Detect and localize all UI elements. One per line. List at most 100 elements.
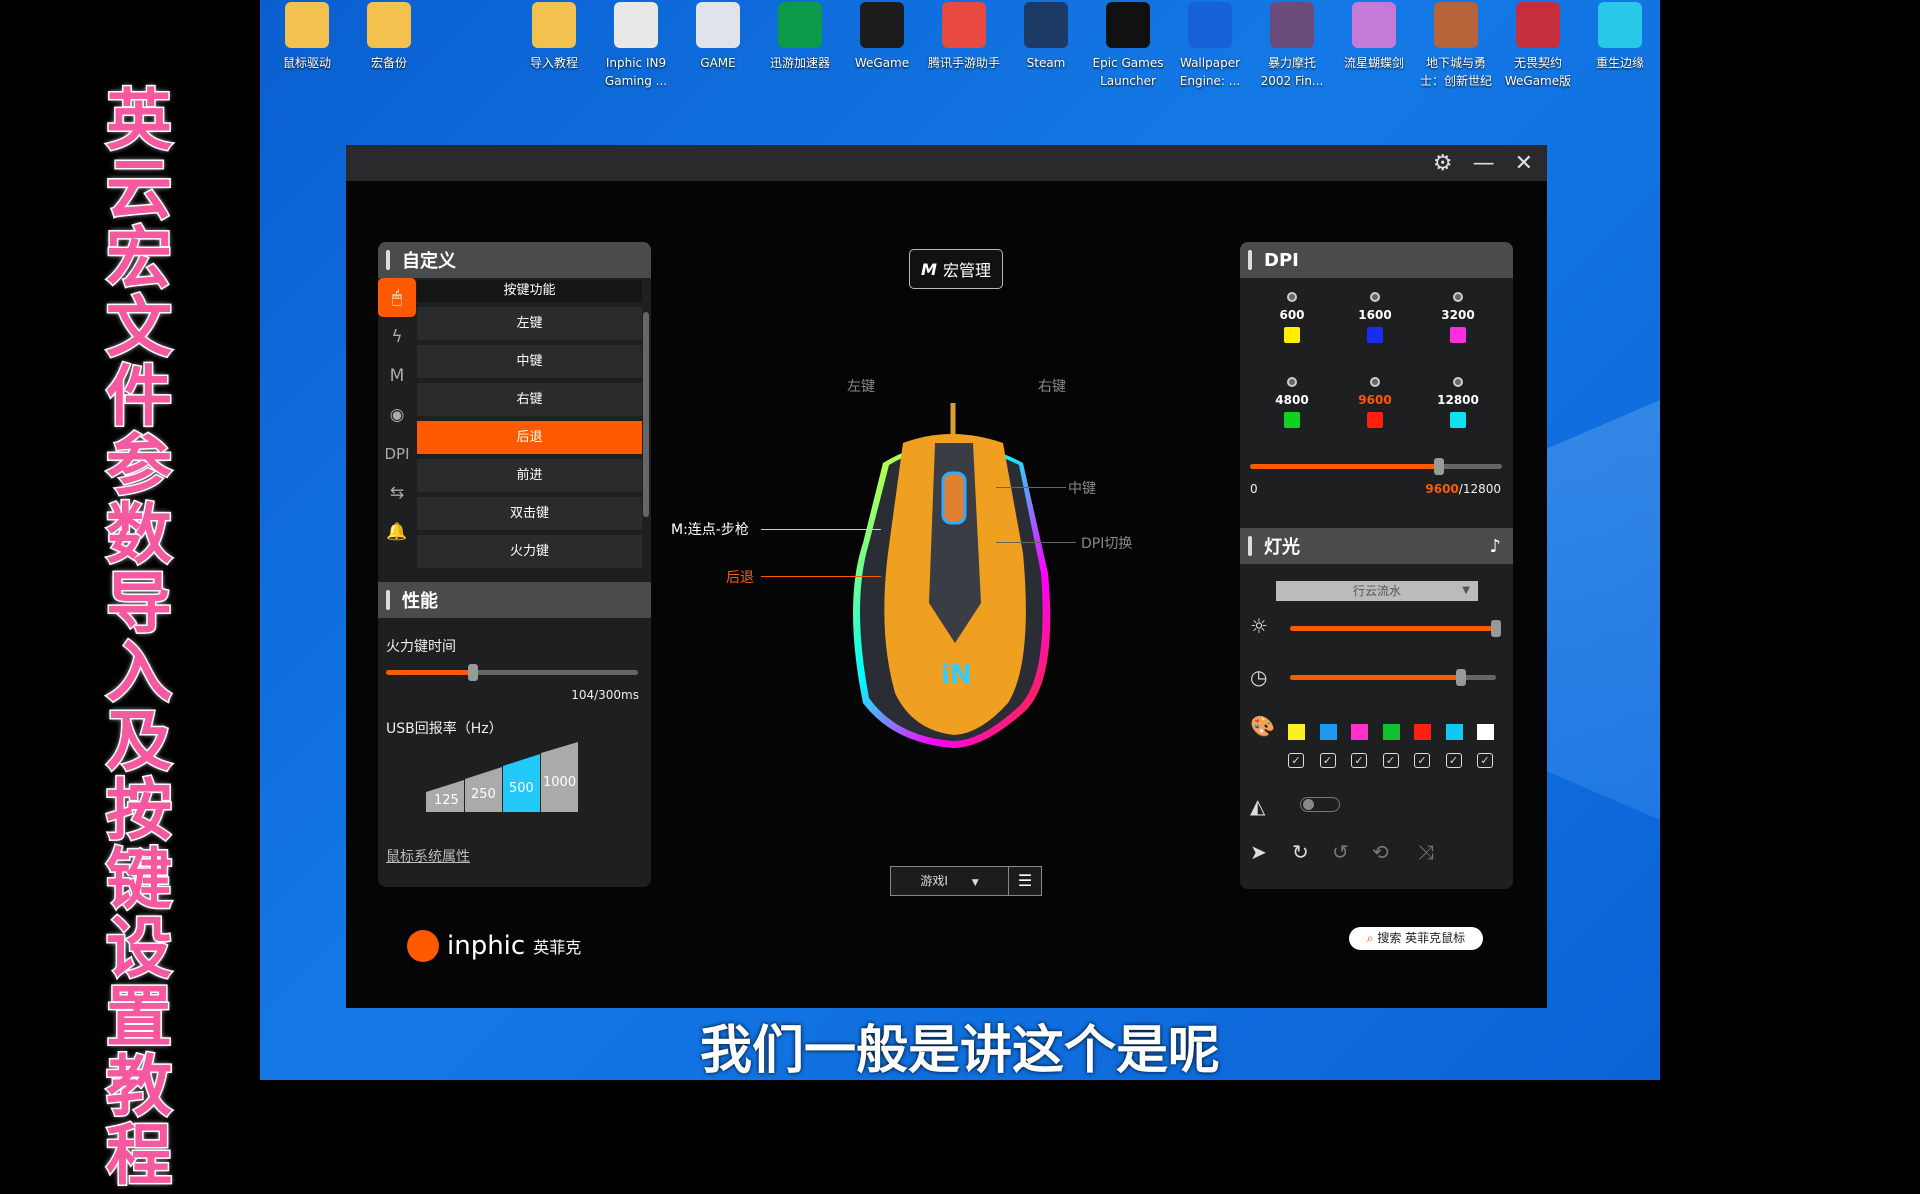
shuffle-icon[interactable]: ⤨ [1418, 840, 1434, 864]
light-color-swatch[interactable] [1445, 724, 1463, 740]
rotate-counterclockwise-icon[interactable]: ↺ [1332, 840, 1349, 864]
desktop-icon-label: 宏备份 [370, 56, 407, 70]
desktop-icon-label: WeGame [854, 56, 910, 70]
radio-icon[interactable] [1370, 292, 1380, 302]
light-color-swatch[interactable] [1351, 724, 1368, 740]
repeat-icon[interactable]: ⟲ [1372, 840, 1389, 864]
macro-manager-button[interactable]: M 宏管理 [909, 249, 1003, 289]
gear-icon[interactable]: ⚙ [1433, 151, 1453, 176]
light-toggle[interactable] [1300, 797, 1340, 812]
key-item[interactable]: 右键 [417, 383, 642, 416]
key-item[interactable]: 双击键 [417, 497, 642, 530]
key-item[interactable]: 左键 [417, 307, 642, 340]
radio-icon[interactable] [1453, 377, 1463, 387]
dpi-level[interactable]: 9600 [1345, 377, 1405, 428]
mouse-properties-link[interactable]: 鼠标系统属性 [386, 846, 470, 866]
dpi-level[interactable]: 4800 [1262, 377, 1322, 428]
usb-rate-selector[interactable]: 125 250 500 1000 [426, 742, 586, 812]
desktop-icon[interactable]: 腾讯手游助手 [923, 2, 1005, 72]
dpi-level-value: 3200 [1441, 308, 1475, 322]
app-icon [778, 2, 822, 48]
lightning-icon[interactable]: ϟ [378, 317, 416, 356]
radio-icon[interactable] [1287, 377, 1297, 387]
color-checkbox[interactable]: ✓ [1319, 753, 1336, 768]
bell-icon[interactable]: 🔔 [378, 512, 416, 551]
color-checkbox[interactable]: ✓ [1288, 753, 1304, 768]
dpi-color-swatch[interactable] [1367, 327, 1383, 343]
scrollbar[interactable] [643, 312, 649, 517]
macro-m-icon[interactable]: M [378, 356, 416, 395]
key-item[interactable]: 火力键 [417, 535, 642, 568]
key-item[interactable]: 后退 [417, 421, 642, 454]
desktop-icon[interactable]: Inphic IN9 Gaming ... [595, 2, 677, 90]
light-color-swatch[interactable] [1382, 724, 1400, 740]
dpi-level[interactable]: 3200 [1428, 292, 1488, 343]
color-checkbox[interactable]: ✓ [1414, 753, 1430, 768]
light-color-swatch[interactable] [1414, 724, 1431, 740]
light-mode-dropdown[interactable]: 行云流水 ▼ [1275, 580, 1479, 602]
logo-mark [407, 930, 439, 962]
desktop-icon-label: 腾讯手游助手 [927, 56, 1000, 70]
light-color-swatch[interactable] [1288, 724, 1305, 740]
fire-time-slider[interactable] [386, 664, 638, 681]
dpi-level[interactable]: 1600 [1345, 292, 1405, 343]
desktop-icon[interactable]: 流星蝴蝶剑 [1333, 2, 1415, 72]
minimize-icon[interactable]: — [1473, 151, 1495, 176]
desktop-icon[interactable]: 导入教程 [513, 2, 595, 72]
dpi-level[interactable]: 12800 [1428, 377, 1488, 428]
color-checkbox[interactable]: ✓ [1445, 753, 1462, 768]
color-checkbox[interactable]: ✓ [1351, 753, 1367, 768]
radio-icon[interactable] [1287, 292, 1297, 302]
profile-dropdown[interactable]: 游戏I ▼ [891, 867, 1008, 895]
desktop-icon-label: 导入教程 [529, 56, 578, 70]
radio-icon[interactable] [1453, 292, 1463, 302]
mouse-driver-window: ⚙ — ✕ 自定义 🖱 ϟ M ◉ DPI ⇆ 🔔 按键功能 左键 中键 右键 后退前… [346, 145, 1547, 1008]
speed-slider[interactable] [1290, 669, 1496, 686]
desktop-icon[interactable]: GAME [677, 2, 759, 72]
dpi-tab[interactable]: DPI [378, 434, 416, 473]
desktop-icon[interactable]: Wallpaper Engine: ... [1169, 2, 1251, 90]
navigate-icon[interactable]: ➤ [1250, 840, 1267, 864]
desktop-icon[interactable]: 迅游加速器 [759, 2, 841, 72]
desktop-icon[interactable]: 暴力摩托 2002 Fin... [1251, 2, 1333, 90]
radio-icon[interactable] [1370, 377, 1380, 387]
search-badge[interactable]: ⌕ 搜索 英菲克鼠标 [1349, 927, 1483, 950]
desktop-icon[interactable]: 无畏契约 WeGame版 [1497, 2, 1579, 90]
color-checkbox[interactable]: ✓ [1382, 753, 1399, 768]
rotate-clockwise-icon[interactable]: ↻ [1292, 840, 1309, 864]
macro-label: 宏管理 [942, 261, 991, 280]
desktop-icon[interactable]: 鼠标驱动 [266, 2, 348, 72]
desktop-icon[interactable]: Epic Games Launcher [1087, 2, 1169, 90]
desktop-icon-label: Inphic IN9 Gaming ... [604, 56, 668, 88]
light-color-swatch[interactable] [1319, 724, 1337, 740]
dpi-color-swatch[interactable] [1284, 412, 1300, 428]
dpi-level[interactable]: 600 [1262, 292, 1322, 343]
record-icon[interactable]: ◉ [378, 395, 416, 434]
dpi-color-swatch[interactable] [1284, 327, 1300, 343]
right-panel: DPI 600 1600 3200 4800 9600 12800 0 9600/1280… [1240, 242, 1513, 889]
brightness-slider[interactable] [1290, 620, 1501, 637]
performance-header: 性能 [378, 582, 651, 618]
close-icon[interactable]: ✕ [1515, 151, 1533, 176]
desktop-icon[interactable]: 宏备份 [348, 2, 430, 72]
dpi-color-swatch[interactable] [1450, 412, 1466, 428]
swap-icon[interactable]: ⇆ [378, 473, 416, 512]
menu-icon[interactable]: ☰ [1008, 867, 1041, 895]
desktop-icon[interactable]: WeGame [841, 2, 923, 72]
search-icon: ⌕ [1366, 931, 1374, 945]
dpi-color-swatch[interactable] [1367, 412, 1383, 428]
desktop-icon[interactable]: 地下城与勇士：创新世纪 [1415, 2, 1497, 90]
light-color-swatch[interactable] [1477, 724, 1494, 740]
desktop-icon[interactable]: Steam [1005, 2, 1087, 72]
color-checkbox[interactable]: ✓ [1477, 753, 1493, 768]
desktop-icon[interactable]: 重生边缘 [1579, 2, 1661, 72]
profile-selector[interactable]: 游戏I ▼ ☰ [890, 866, 1042, 896]
dpi-color-swatch[interactable] [1450, 327, 1466, 343]
brightness-icon: ☼ [1250, 614, 1268, 638]
music-icon[interactable]: ♪ [1490, 536, 1502, 557]
key-item[interactable]: 前进 [417, 459, 642, 492]
mouse-icon[interactable]: 🖱 [378, 278, 416, 317]
app-icon [1352, 2, 1396, 48]
dpi-slider[interactable] [1250, 458, 1502, 475]
key-item[interactable]: 中键 [417, 345, 642, 378]
